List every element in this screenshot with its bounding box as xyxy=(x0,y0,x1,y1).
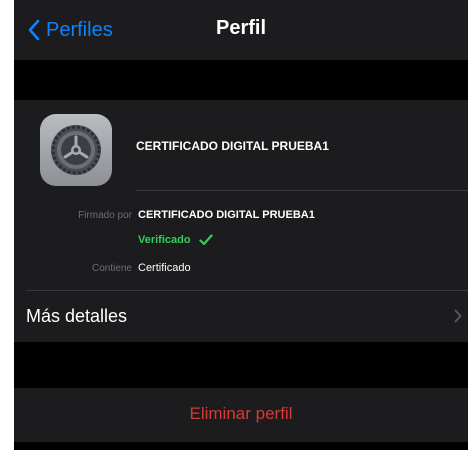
profile-name: CERTIFICADO DIGITAL PRUEBA1 xyxy=(136,139,329,153)
page-title: Perfil xyxy=(215,17,267,39)
contains-value: Certificado xyxy=(138,262,191,274)
screen: Perfiles Perfil CERTIFICADO DIGITAL PRUE… xyxy=(14,0,468,450)
verified-status: Verificado xyxy=(138,234,213,246)
chevron-right-icon xyxy=(454,309,462,323)
verified-label: Verificado xyxy=(138,234,191,246)
delete-profile-label: Eliminar perfil xyxy=(189,404,293,423)
checkmark-icon xyxy=(198,234,213,246)
signed-by-value: CERTIFICADO DIGITAL PRUEBA1 xyxy=(138,209,315,221)
divider xyxy=(26,290,468,291)
navigation-bar: Perfiles Perfil xyxy=(14,0,468,60)
delete-profile-button[interactable]: Eliminar perfil xyxy=(14,388,468,442)
more-details-label: Más detalles xyxy=(26,306,128,326)
signed-by-label: Firmado por xyxy=(78,210,132,221)
settings-gear-icon xyxy=(40,114,112,186)
divider xyxy=(136,190,468,191)
contains-label: Contiene xyxy=(91,263,132,274)
more-details-row[interactable]: Más detalles xyxy=(14,292,468,342)
